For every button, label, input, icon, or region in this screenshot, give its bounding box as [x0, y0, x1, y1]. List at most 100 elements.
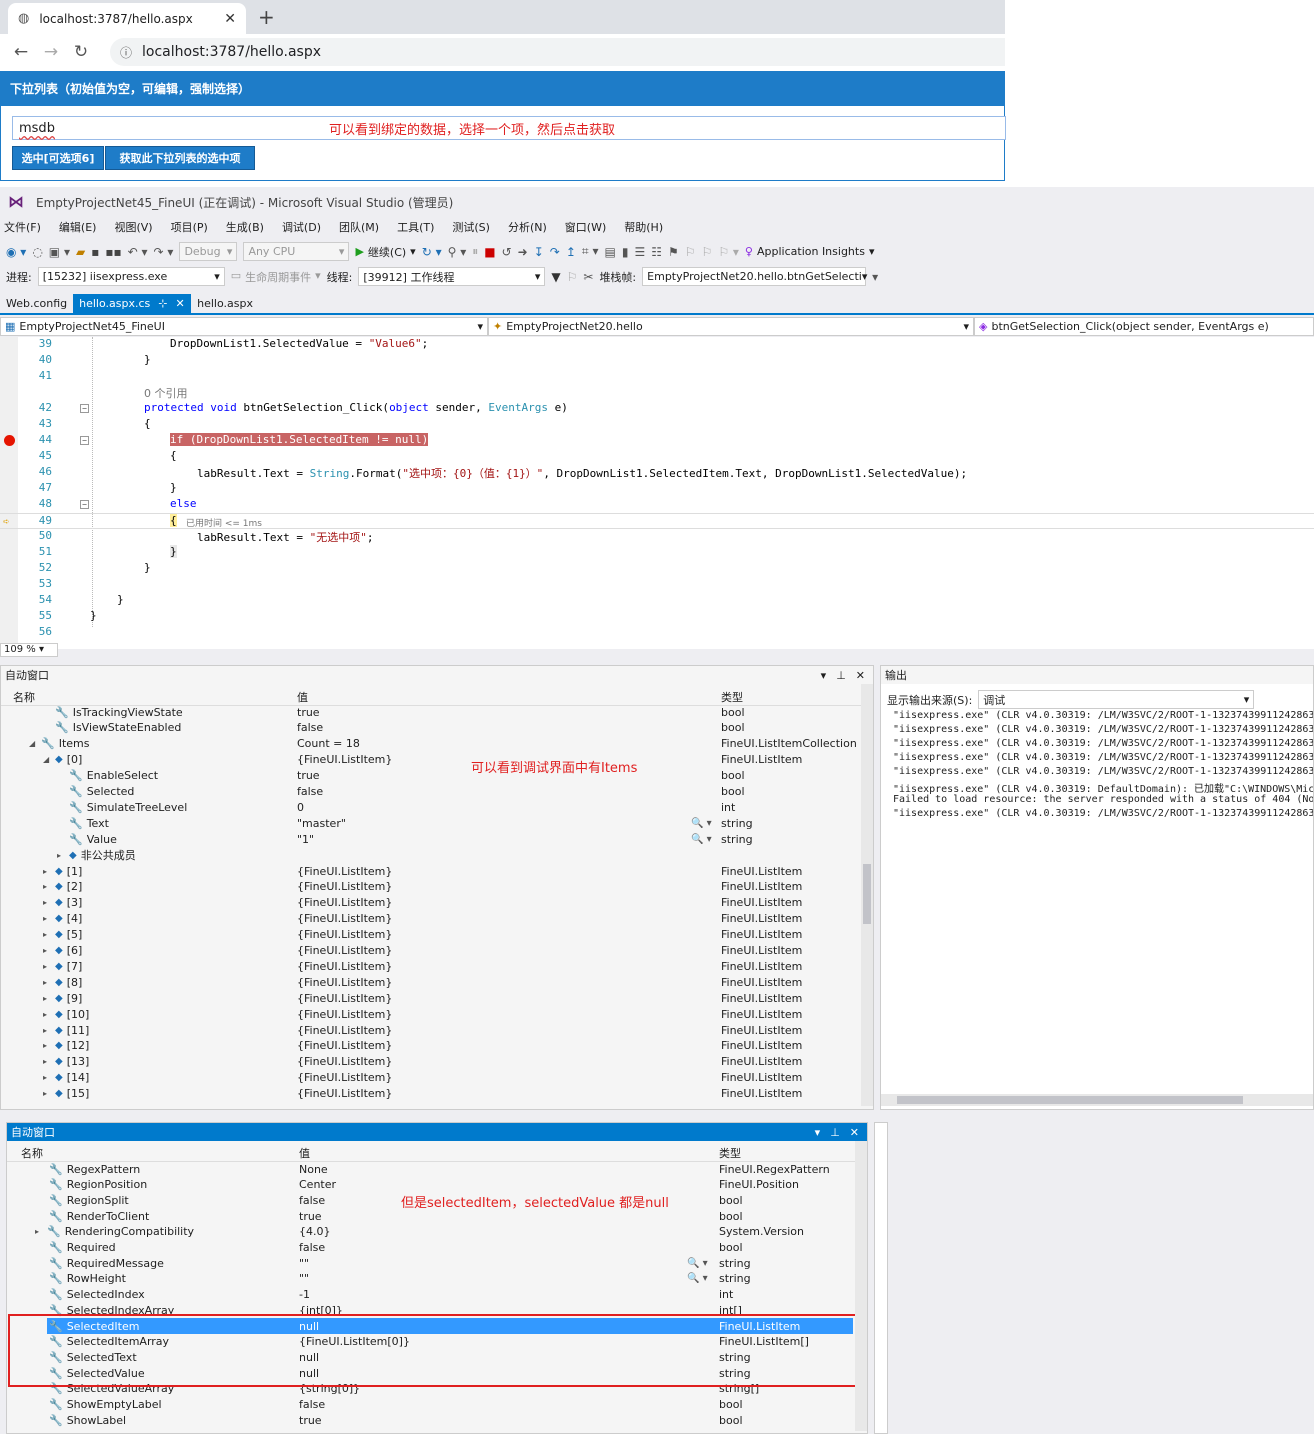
close-icon[interactable]: ✕ — [850, 1126, 859, 1139]
save-all-icon[interactable]: ▪▪ — [105, 245, 121, 259]
col-type[interactable]: 类型 — [721, 689, 743, 705]
autos-row[interactable]: 🔧 Required false bool — [47, 1240, 853, 1256]
new-project-icon[interactable]: ▣ ▾ — [49, 245, 70, 259]
comment-icon[interactable]: ▤ — [605, 245, 616, 259]
codelens-references[interactable]: 0 个引用 — [0, 385, 1314, 401]
autos-value[interactable]: {FineUI.ListItem} — [297, 912, 392, 925]
redo-icon[interactable]: ↷ ▾ — [154, 245, 174, 259]
collapsed-triangle-icon[interactable]: ▸ — [43, 867, 51, 876]
back-icon[interactable]: ← — [6, 42, 36, 62]
tab-hello-aspx-cs[interactable]: hello.aspx.cs ⊹ ✕ — [73, 294, 192, 313]
autos-row[interactable]: 🔧 RegionPosition Center FineUI.Position — [47, 1177, 853, 1193]
autos-value[interactable]: false — [297, 785, 323, 798]
autos-value[interactable]: false — [299, 1194, 325, 1207]
autos-value[interactable]: {FineUI.ListItem} — [297, 1055, 392, 1068]
tab-web-config[interactable]: Web.config — [0, 294, 73, 313]
autos-value[interactable]: {FineUI.ListItem} — [297, 1071, 392, 1084]
pin-icon[interactable]: ⊹ — [158, 297, 167, 310]
expanded-triangle-icon[interactable]: ◢ — [29, 739, 37, 748]
filter-icon[interactable]: ▼ — [551, 270, 560, 284]
autos-value[interactable]: -1 — [299, 1288, 310, 1301]
autos-row[interactable]: 🔧 Selected false bool — [1, 784, 861, 800]
magnifier-icon[interactable]: 🔍 ▾ — [687, 1273, 708, 1284]
autos-row[interactable]: 🔧 SimulateTreeLevel 0 int — [1, 799, 861, 815]
autos-value[interactable]: {FineUI.ListItem} — [297, 928, 392, 941]
browser-tab[interactable]: ◍ localhost:3787/hello.aspx ✕ — [8, 3, 246, 34]
autos-value[interactable]: true — [299, 1210, 322, 1223]
open-file-icon[interactable]: ▰ — [76, 245, 85, 259]
autos-row[interactable]: ▸ ◆ [8] {FineUI.ListItem} FineUI.ListItem — [1, 974, 861, 990]
col-type[interactable]: 类型 — [719, 1145, 741, 1161]
collapse-icon[interactable]: − — [80, 500, 89, 509]
autos-row[interactable]: ▸ ◆ [9] {FineUI.ListItem} FineUI.ListItem — [1, 990, 861, 1006]
autos-value[interactable]: None — [299, 1163, 328, 1176]
toolbar-overflow-icon[interactable]: ▾ — [872, 270, 878, 284]
collapse-icon[interactable]: − — [80, 404, 89, 413]
lifecycle-events-button[interactable]: ▭ 生命周期事件 ▾ — [231, 269, 321, 285]
autos-row[interactable]: ▸ ◆ [1] {FineUI.ListItem} FineUI.ListItem — [1, 863, 861, 879]
collapsed-triangle-icon[interactable]: ▸ — [43, 1057, 51, 1066]
outdent-icon[interactable]: ☷ — [651, 245, 662, 259]
autos-value[interactable]: true — [297, 769, 320, 782]
autos-1-scrollbar[interactable] — [861, 684, 873, 1106]
process-combo[interactable]: [15232] iisexpress.exe ▾ — [37, 267, 225, 286]
hex-icon[interactable]: ⌗ ▾ — [582, 244, 599, 259]
menu-edit[interactable]: 编辑(E) — [59, 219, 97, 235]
autos-row[interactable]: ▸ ◆ [14] {FineUI.ListItem} FineUI.ListItem — [1, 1070, 861, 1086]
autos-row[interactable]: ▸ ◆ [12] {FineUI.ListItem} FineUI.ListItem — [1, 1038, 861, 1054]
autos-row[interactable]: ▸ ◆ [3] {FineUI.ListItem} FineUI.ListItem — [1, 895, 861, 911]
menu-window[interactable]: 窗口(W) — [565, 219, 606, 235]
autos-row[interactable]: 🔧 Text "master" string 🔍 ▾ — [1, 815, 861, 831]
code-editor[interactable]: 39 DropDownList1.SelectedValue = "Value6"… — [0, 337, 1314, 649]
autos-row[interactable]: 🔧 ShowLabel true bool — [47, 1412, 853, 1428]
member-dropdown[interactable]: ◈ btnGetSelection_Click(object sender, Ev… — [974, 317, 1314, 336]
indent-icon[interactable]: ☰ — [634, 245, 645, 259]
autos-row[interactable]: ◢ 🔧 Items Count = 18 FineUI.ListItemCollecti… — [1, 736, 861, 752]
url-input[interactable]: ⓘ localhost:3787/hello.aspx — [110, 38, 1005, 66]
menu-debug[interactable]: 调试(D) — [282, 219, 321, 235]
autos-value[interactable]: {FineUI.ListItem} — [297, 1087, 392, 1100]
collapsed-triangle-icon[interactable]: ▸ — [43, 1041, 51, 1050]
collapsed-triangle-icon[interactable]: ▸ — [35, 1227, 43, 1236]
thread-combo[interactable]: [39912] 工作线程 ▾ — [358, 267, 546, 286]
step-out-icon[interactable]: ↥ — [566, 245, 576, 259]
menu-help[interactable]: 帮助(H) — [624, 219, 663, 235]
undo-icon[interactable]: ↶ ▾ — [128, 245, 148, 259]
autos-row[interactable]: ▸ ◆ [10] {FineUI.ListItem} FineUI.ListItem — [1, 1006, 861, 1022]
autos-row[interactable]: 🔧 EnableSelect true bool — [1, 768, 861, 784]
autos-row[interactable]: ▸ ◆ [7] {FineUI.ListItem} FineUI.ListItem — [1, 958, 861, 974]
platform-combo[interactable]: Any CPU ▾ — [243, 242, 350, 261]
autos-value[interactable]: {FineUI.ListItem} — [297, 865, 392, 878]
pin-icon[interactable]: ⊥ — [830, 1126, 840, 1139]
autos-value[interactable]: {FineUI.ListItem} — [297, 880, 392, 893]
forward-nav-icon[interactable]: ◌ — [32, 245, 42, 259]
stack-frame-combo[interactable]: EmptyProjectNet20.hello.btnGetSelecti ▾ — [642, 267, 867, 286]
col-value[interactable]: 值 — [299, 1145, 310, 1161]
output-hscrollbar[interactable] — [881, 1094, 1313, 1106]
bookmark-prev-icon[interactable]: ⚐ — [685, 245, 696, 259]
autos-value[interactable]: 0 — [297, 801, 304, 814]
autos-row[interactable]: ▸ ◆ [6] {FineUI.ListItem} FineUI.ListItem — [1, 943, 861, 959]
autos-value[interactable]: false — [299, 1241, 325, 1254]
col-name[interactable]: 名称 — [21, 1145, 43, 1161]
pause-icon[interactable]: ⏸ — [472, 244, 478, 259]
autos-row[interactable]: ▸ ◆ 非公共成员 — [1, 847, 861, 863]
autos-row[interactable]: 🔧 RowHeight "" string 🔍 ▾ — [47, 1271, 853, 1287]
get-selection-button[interactable]: 获取此下拉列表的选中项 — [105, 146, 255, 170]
autos-value[interactable]: {FineUI.ListItem} — [297, 1024, 392, 1037]
autos-row[interactable]: ▸ ◆ [15] {FineUI.ListItem} FineUI.ListItem — [1, 1086, 861, 1102]
autos-value[interactable]: Count = 18 — [297, 737, 360, 750]
menu-build[interactable]: 生成(B) — [226, 219, 264, 235]
reload-icon[interactable]: ↻ — [66, 42, 96, 62]
collapsed-triangle-icon[interactable]: ▸ — [57, 851, 65, 860]
autos-2-scrollbar[interactable] — [855, 1141, 867, 1431]
show-next-statement-icon[interactable]: ➜ — [518, 245, 528, 259]
output-text[interactable]: "iisexpress.exe" (CLR v4.0.30319: /LM/W3… — [881, 710, 1313, 1090]
scroll-thumb[interactable] — [897, 1096, 1243, 1104]
collapsed-triangle-icon[interactable]: ▸ — [43, 994, 51, 1003]
stop-icon[interactable]: ■ — [484, 245, 495, 259]
collapsed-triangle-icon[interactable]: ▸ — [43, 882, 51, 891]
select-option6-button[interactable]: 选中[可选项6] — [12, 146, 104, 170]
continue-button[interactable]: ▶ 继续(C) ▾ — [355, 244, 415, 260]
autos-row[interactable]: 🔧 IsTrackingViewState true bool — [1, 704, 861, 720]
